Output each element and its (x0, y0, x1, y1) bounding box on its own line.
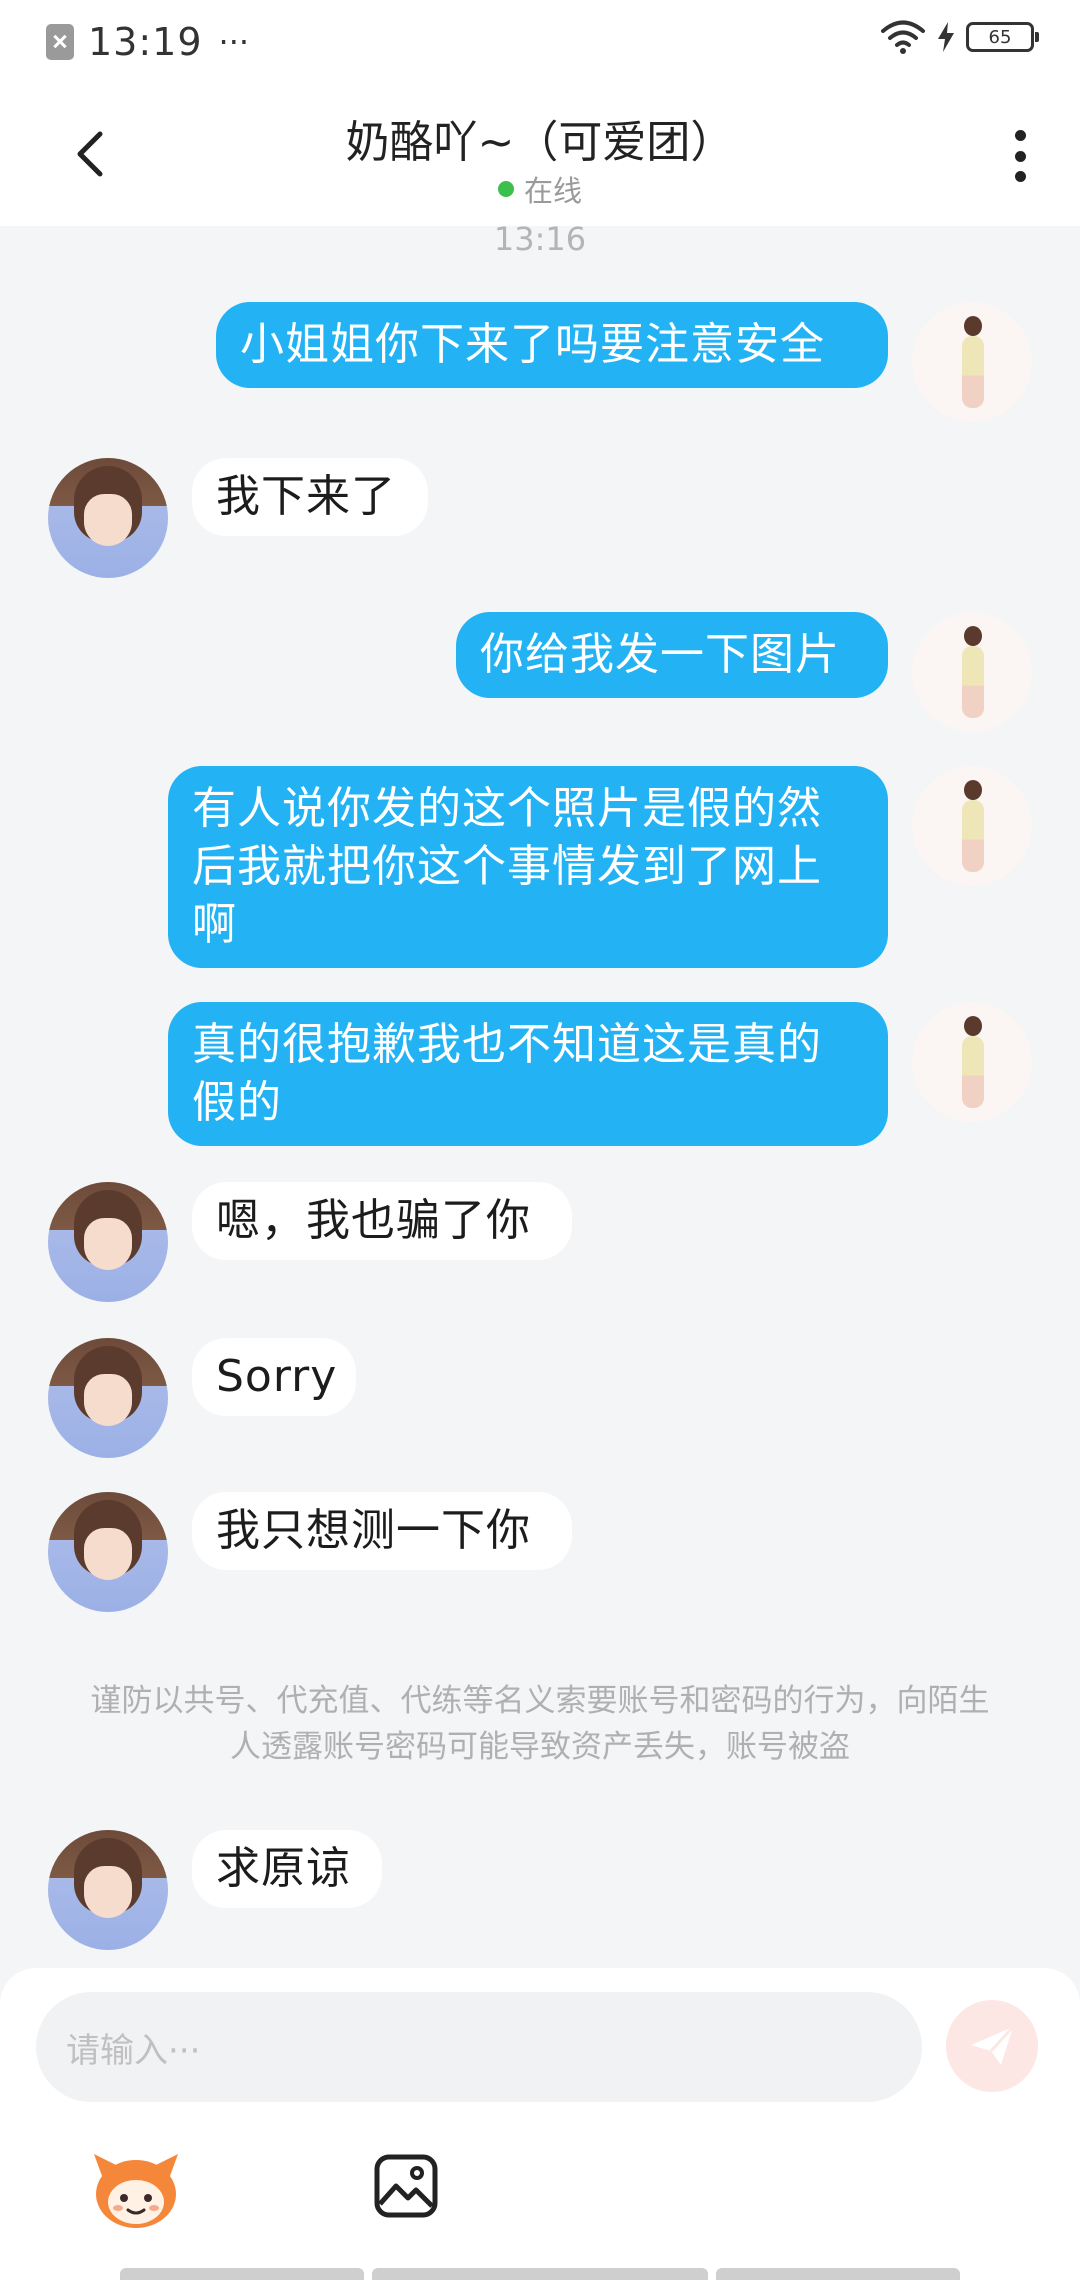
more-options-button[interactable] (1000, 124, 1040, 188)
status-bar-left: 13:19 ··· (46, 20, 249, 64)
my-avatar[interactable] (912, 1002, 1032, 1122)
charging-bolt-icon (938, 22, 954, 52)
security-notice: 谨防以共号、代充值、代练等名义索要账号和密码的行为，向陌生人透露账号密码可能导致… (90, 1683, 990, 1765)
my-avatar[interactable] (912, 766, 1032, 886)
send-button[interactable] (946, 2000, 1038, 2092)
message-input-placeholder: 请输入··· (66, 2030, 201, 2071)
message-bubble-received[interactable]: Sorry (192, 1338, 356, 1416)
image-icon (374, 2154, 438, 2218)
contact-avatar[interactable] (48, 1338, 168, 1458)
status-more-notifications: ··· (218, 23, 250, 61)
image-button[interactable] (372, 2152, 440, 2220)
mascot-face-icon (94, 2154, 178, 2228)
message-bubble-received[interactable]: 我只想测一下你 (192, 1492, 572, 1570)
message-input[interactable]: 请输入··· (36, 1992, 922, 2102)
status-time: 13:19 (88, 20, 203, 64)
message-bubble-sent[interactable]: 真的很抱歉我也不知道这是真的假的 (168, 1002, 888, 1146)
sticker-button[interactable] (88, 2146, 184, 2232)
online-status: 在线 (0, 168, 1080, 210)
contact-avatar[interactable] (48, 1830, 168, 1950)
wifi-icon (881, 20, 925, 54)
more-dot (1014, 171, 1026, 182)
contact-avatar[interactable] (48, 1182, 168, 1302)
input-panel: 请输入··· (0, 1968, 1080, 2280)
contact-avatar[interactable] (48, 458, 168, 578)
online-dot-icon (497, 181, 514, 197)
paper-plane-icon (971, 2025, 1015, 2065)
message-bubble-received[interactable]: 嗯，我也骗了你 (192, 1182, 572, 1260)
bottom-bar-strip (0, 2268, 1080, 2280)
message-bubble-received[interactable]: 我下来了 (192, 458, 428, 536)
bottom-bar-segment (372, 2268, 708, 2280)
my-avatar[interactable] (912, 612, 1032, 732)
more-vertical-icon (1014, 130, 1026, 141)
more-dot (1014, 150, 1026, 162)
no-sim-icon (46, 24, 74, 60)
battery-icon: 65 (966, 22, 1039, 52)
bottom-bar-segment (716, 2268, 960, 2280)
message-timestamp: 13:16 (493, 220, 587, 258)
online-status-label: 在线 (523, 174, 582, 208)
status-bar-right: 65 (880, 20, 1039, 54)
message-bubble-sent[interactable]: 你给我发一下图片 (456, 612, 888, 698)
chat-header: 奶酪吖~（可爱团） 在线 (0, 86, 1080, 226)
my-avatar[interactable] (912, 302, 1032, 422)
status-bar: 13:19 ··· 65 (0, 0, 1080, 86)
battery-level: 65 (988, 26, 1012, 48)
message-bubble-sent[interactable]: 有人说你发的这个照片是假的然后我就把你这个事情发到了网上啊 (168, 766, 888, 968)
bottom-bar-segment (120, 2268, 364, 2280)
message-bubble-received[interactable]: 求原谅 (192, 1830, 382, 1908)
contact-name: 奶酪吖~（可爱团） (345, 117, 735, 168)
contact-avatar[interactable] (48, 1492, 168, 1612)
message-bubble-sent[interactable]: 小姐姐你下来了吗要注意安全 (216, 302, 888, 388)
